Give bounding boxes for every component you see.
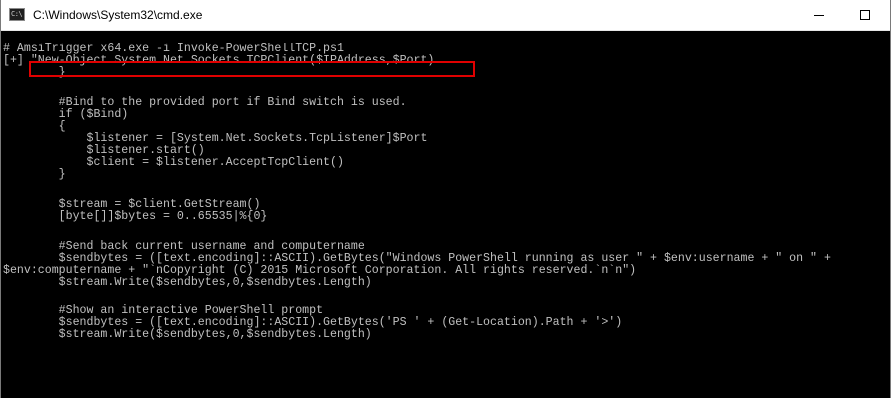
maximize-button[interactable] [842,0,888,30]
title-bar[interactable]: C:\ C:\Windows\System32\cmd.exe [1,0,890,31]
cmd-window: C:\ C:\Windows\System32\cmd.exe # AmsiTr… [0,0,891,398]
console-line: } [3,168,66,181]
minimize-button[interactable] [796,0,842,30]
cmd-icon[interactable]: C:\ [9,8,25,21]
console-line: $stream.Write($sendbytes,0,$sendbytes.Le… [3,328,372,341]
console-line: $stream.Write($sendbytes,0,$sendbytes.Le… [3,276,372,289]
cmd-icon-label: C:\ [11,10,23,18]
window-title: C:\Windows\System32\cmd.exe [33,8,203,22]
console-output[interactable]: # AmsiTrigger x64.exe -i Invoke-PowerShe… [1,43,890,398]
minimize-icon [814,15,824,16]
detection-highlight-box [29,61,475,77]
console-line: [byte[]]$bytes = 0..65535|%{0} [3,210,268,223]
maximize-icon [860,10,870,20]
